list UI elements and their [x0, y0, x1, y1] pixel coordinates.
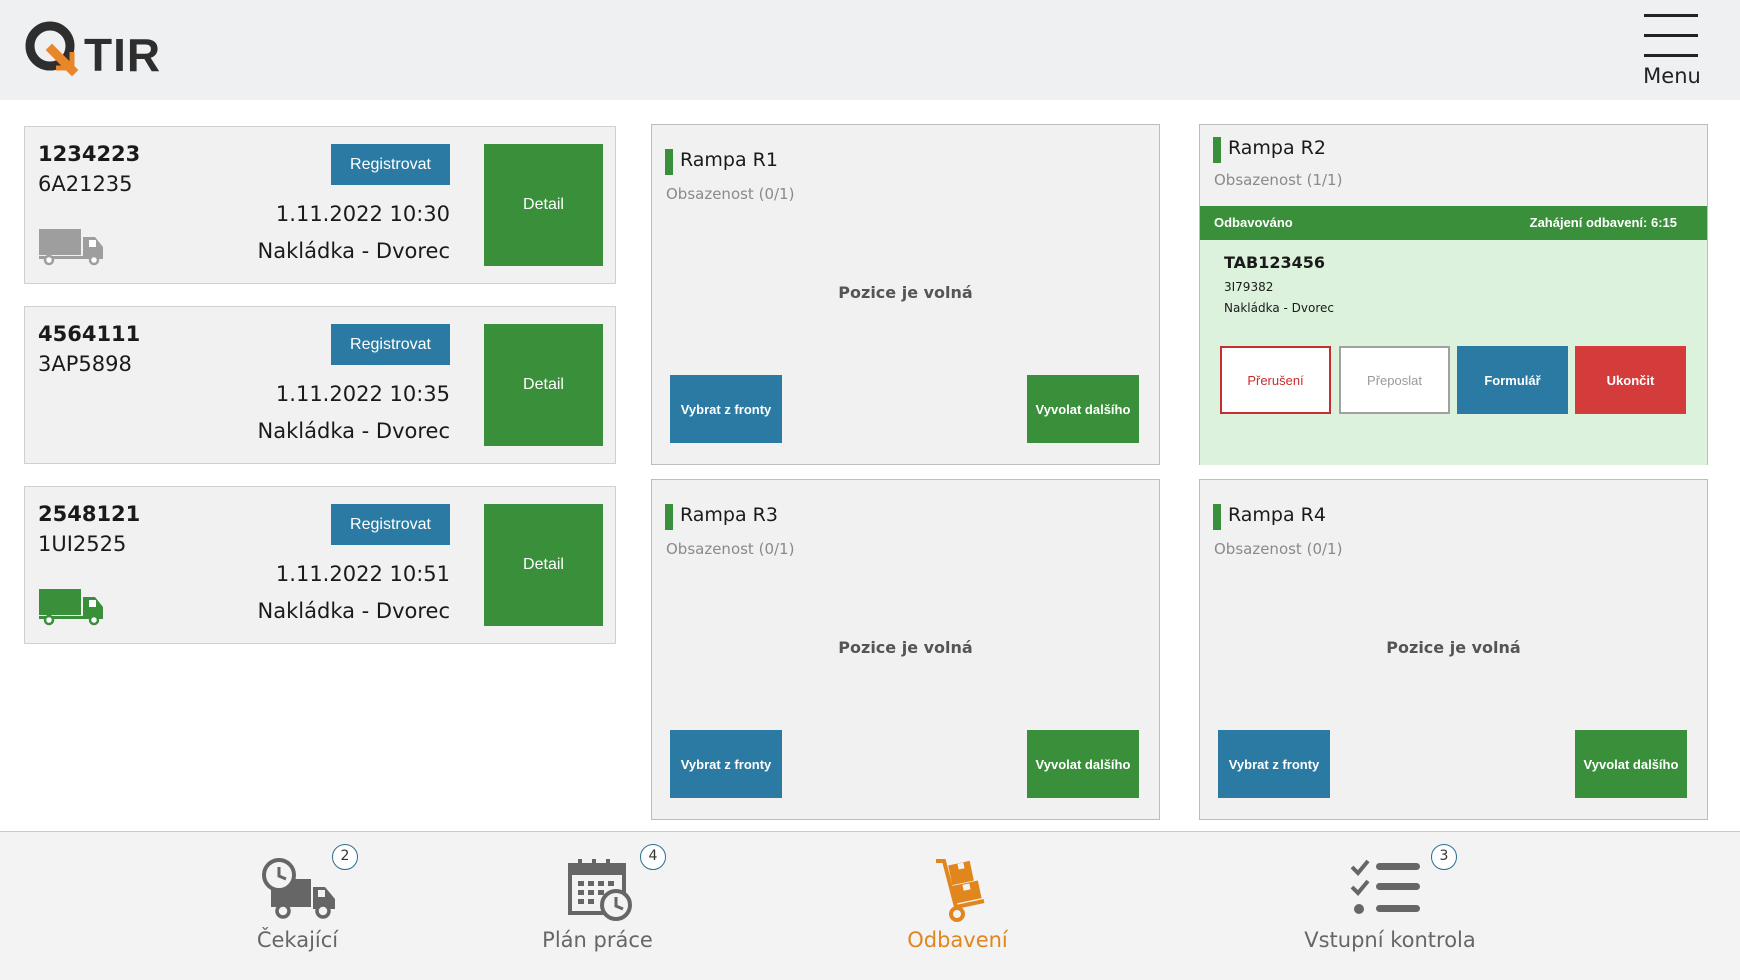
- waiting-count-badge: 2: [332, 844, 358, 870]
- call-next-button[interactable]: Vyvolat dalšího: [1575, 730, 1687, 798]
- logo-text: TIR: [84, 29, 162, 81]
- vehicle-datetime: 1.11.2022 10:35: [275, 382, 450, 406]
- active-vehicle-plate: 3I79382: [1224, 280, 1274, 294]
- ramp-title: Rampa R2: [1228, 137, 1326, 159]
- register-button[interactable]: Registrovat: [331, 504, 450, 545]
- nav-item-entry-check[interactable]: 3 Vstupní kontrola: [1300, 832, 1480, 980]
- nav-label: Vstupní kontrola: [1304, 928, 1476, 952]
- hand-truck-icon: [936, 859, 985, 922]
- nav-label: Odbavení: [907, 928, 1008, 952]
- ramp-status-marker: [1213, 504, 1221, 530]
- calendar-clock-icon: [568, 859, 632, 921]
- active-vehicle-location: Nakládka - Dvorec: [1224, 301, 1334, 315]
- vehicle-card: 4564111 3AP5898 Registrovat 1.11.2022 10…: [24, 306, 616, 464]
- vehicle-id: 1234223: [38, 142, 141, 166]
- menu-label: Menu: [1643, 64, 1701, 88]
- ramp-occupancy: Obsazenost (1/1): [1214, 171, 1343, 189]
- register-button[interactable]: Registrovat: [331, 144, 450, 185]
- app-header: TIR Menu: [0, 0, 1740, 100]
- nav-item-dispatch[interactable]: Odbavení: [880, 832, 1035, 980]
- nav-item-work-plan[interactable]: 4 Plán práce: [520, 832, 675, 980]
- ramp-panel-r4: Rampa R4 Obsazenost (0/1) Pozice je voln…: [1199, 479, 1708, 820]
- ramp-occupancy: Obsazenost (0/1): [666, 185, 795, 203]
- form-button[interactable]: Formulář: [1457, 346, 1568, 414]
- finish-button[interactable]: Ukončit: [1575, 346, 1686, 414]
- logo-q-icon: [25, 21, 79, 77]
- vehicle-location: Nakládka - Dvorec: [257, 419, 450, 443]
- select-from-queue-button[interactable]: Vybrat z fronty: [670, 375, 782, 443]
- vehicle-location: Nakládka - Dvorec: [257, 239, 450, 263]
- nav-label: Čekající: [256, 928, 339, 952]
- ramp-panel-r2: Rampa R2 Obsazenost (1/1) Odbavováno Zah…: [1199, 124, 1708, 465]
- active-vehicle-id: TAB123456: [1224, 253, 1326, 272]
- ramp-occupancy: Obsazenost (0/1): [666, 540, 795, 558]
- processing-start-text: Zahájení odbavení: 6:15: [1529, 215, 1677, 230]
- register-button[interactable]: Registrovat: [331, 324, 450, 365]
- ramp-title: Rampa R1: [680, 149, 778, 171]
- work-plan-count-badge: 4: [640, 844, 666, 870]
- nav-label: Plán práce: [542, 928, 653, 952]
- menu-button[interactable]: Menu: [1640, 12, 1701, 90]
- ramp-title: Rampa R3: [680, 504, 778, 526]
- vehicle-datetime: 1.11.2022 10:51: [275, 562, 450, 586]
- vehicle-plate: 6A21235: [38, 172, 133, 196]
- checklist-icon: [1350, 859, 1420, 914]
- ramp-free-text: Pozice je volná: [1386, 638, 1521, 657]
- hamburger-icon: [1644, 14, 1698, 17]
- ramp-status-bar: Odbavováno Zahájení odbavení: 6:15: [1200, 206, 1707, 240]
- waiting-truck-icon: [262, 858, 335, 919]
- truck-icon: [39, 229, 103, 266]
- ramp-status-marker: [665, 504, 673, 530]
- vehicle-card: 1234223 6A21235 Registrovat 1.11.2022 10…: [24, 126, 616, 284]
- vehicle-id: 4564111: [38, 322, 141, 346]
- forward-button[interactable]: Přeposlat: [1339, 346, 1450, 414]
- ramp-status-marker: [1213, 137, 1221, 163]
- ramp-panel-r1: Rampa R1 Obsazenost (0/1) Pozice je voln…: [651, 124, 1160, 465]
- detail-button[interactable]: Detail: [484, 504, 603, 626]
- entry-check-count-badge: 3: [1431, 844, 1457, 870]
- vehicle-datetime: 1.11.2022 10:30: [275, 202, 450, 226]
- detail-button[interactable]: Detail: [484, 144, 603, 266]
- ramp-panel-r3: Rampa R3 Obsazenost (0/1) Pozice je voln…: [651, 479, 1160, 820]
- qtir-logo: TIR: [22, 18, 172, 82]
- detail-button[interactable]: Detail: [484, 324, 603, 446]
- truck-icon: [39, 589, 103, 626]
- call-next-button[interactable]: Vyvolat dalšího: [1027, 730, 1139, 798]
- active-vehicle-panel: TAB123456 3I79382 Nakládka - Dvorec Přer…: [1200, 240, 1707, 465]
- ramp-free-text: Pozice je volná: [838, 638, 973, 657]
- vehicle-plate: 1UI2525: [38, 532, 127, 556]
- ramp-status-text: Odbavováno: [1214, 215, 1293, 230]
- vehicle-plate: 3AP5898: [38, 352, 132, 376]
- ramp-occupancy: Obsazenost (0/1): [1214, 540, 1343, 558]
- vehicle-location: Nakládka - Dvorec: [257, 599, 450, 623]
- ramp-title: Rampa R4: [1228, 504, 1326, 526]
- interrupt-button[interactable]: Přerušení: [1220, 346, 1331, 414]
- select-from-queue-button[interactable]: Vybrat z fronty: [670, 730, 782, 798]
- vehicle-id: 2548121: [38, 502, 141, 526]
- select-from-queue-button[interactable]: Vybrat z fronty: [1218, 730, 1330, 798]
- bottom-navigation: 2 Čekající 4 Plán práce Odbavení 3 Vstup…: [0, 831, 1740, 980]
- ramp-status-marker: [665, 149, 673, 175]
- vehicle-card: 2548121 1UI2525 Registrovat 1.11.2022 10…: [24, 486, 616, 644]
- ramp-free-text: Pozice je volná: [838, 283, 973, 302]
- nav-item-waiting[interactable]: 2 Čekající: [220, 832, 375, 980]
- call-next-button[interactable]: Vyvolat dalšího: [1027, 375, 1139, 443]
